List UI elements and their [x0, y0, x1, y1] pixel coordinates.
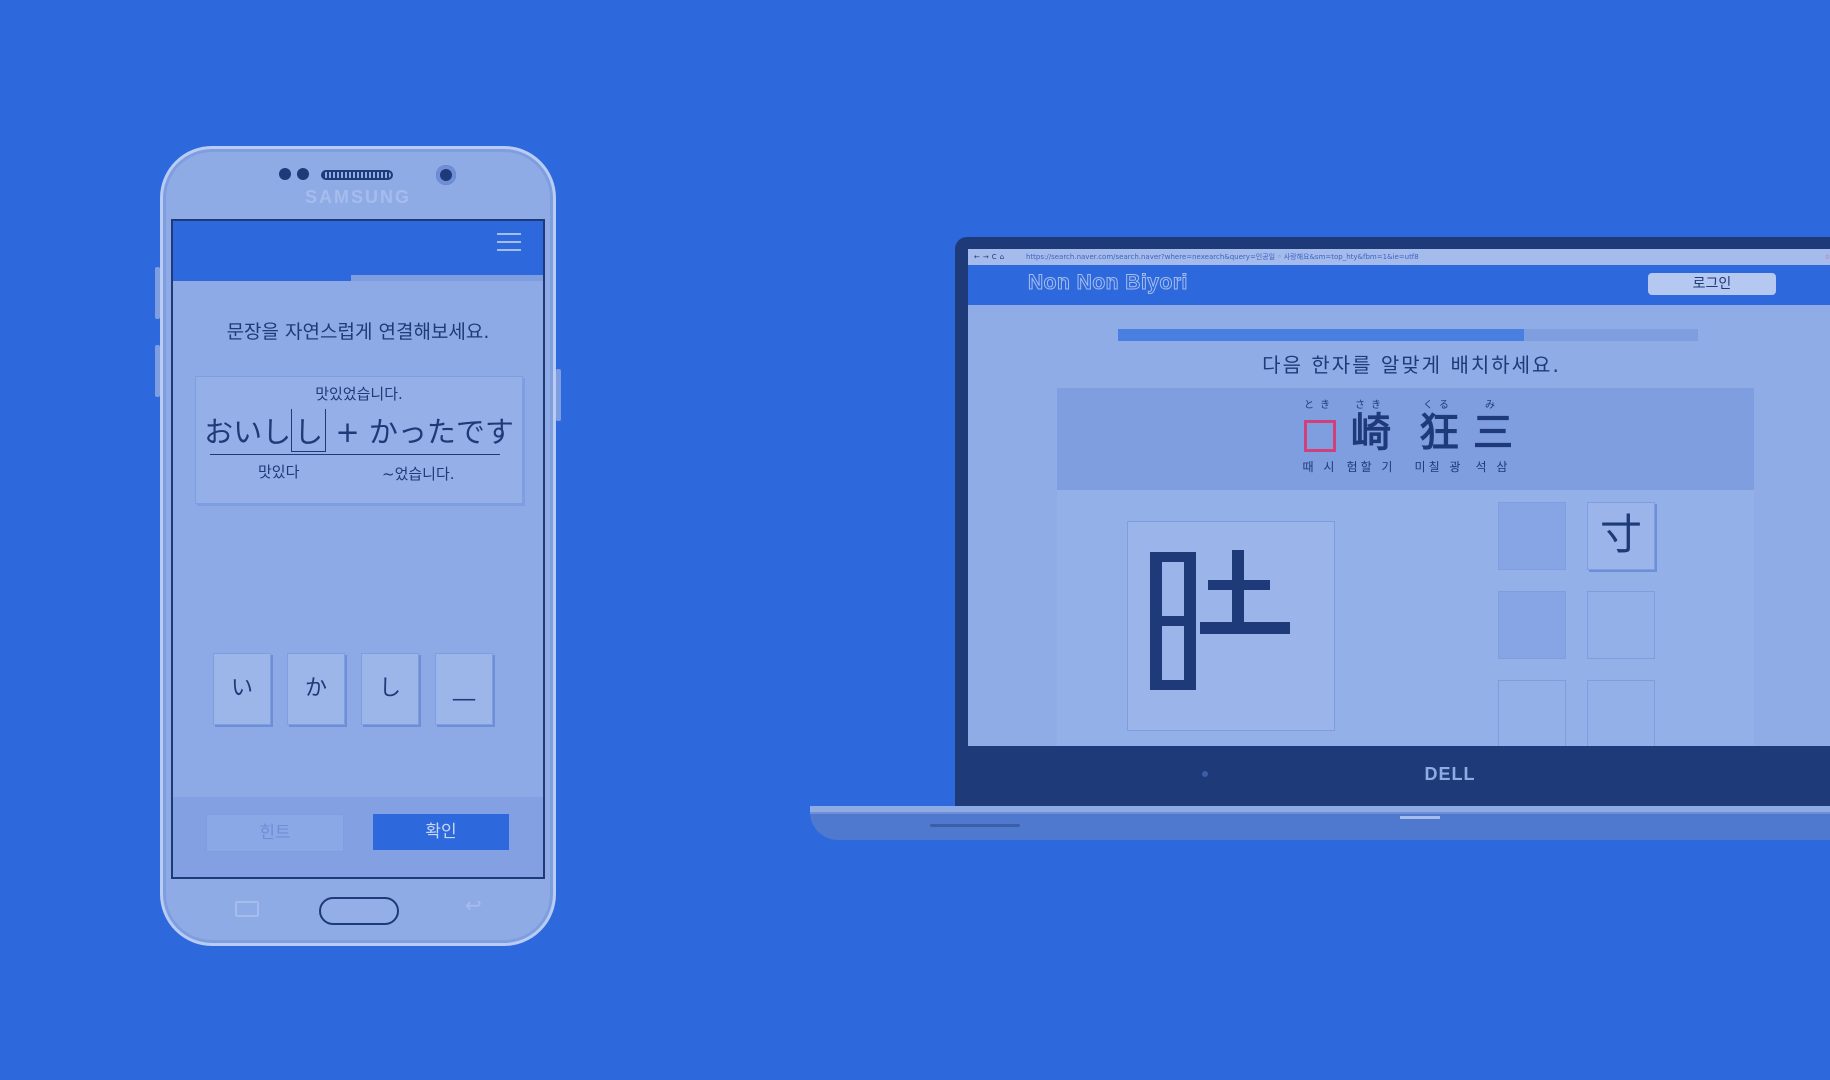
- sensor-icon-2: [297, 168, 309, 180]
- sentence-prefix: おいし: [204, 415, 292, 449]
- kanji-blank[interactable]: [1297, 410, 1343, 456]
- puzzle-piece[interactable]: [1498, 591, 1566, 659]
- furigana: くる: [1423, 400, 1455, 411]
- confirm-button[interactable]: 확인: [373, 814, 509, 850]
- japanese-sentence: おいしし + かったです: [196, 409, 522, 452]
- sensor-icon: [279, 168, 291, 180]
- assembly-board[interactable]: [1127, 521, 1335, 731]
- word-item: み 三 석 삼: [1467, 396, 1519, 475]
- address-bar[interactable]: https://search.naver.com/search.naver?wh…: [1026, 249, 1419, 265]
- word-item: さき 崎 험할 기: [1343, 396, 1399, 475]
- kanji-gloss: 험할 기: [1346, 460, 1396, 474]
- word-band: とき 때 시 さき 崎 험할 기 くる 狂 미칠 광 み 三 석 삼: [1057, 388, 1754, 490]
- progress-bar: [1118, 329, 1698, 341]
- power-button: [556, 369, 561, 421]
- phone-screen: 문장을 자연스럽게 연결해보세요. 맛있었습니다. おいしし + かったです 맛…: [171, 219, 545, 879]
- browser-toolbar: ←→C⌂ https://search.naver.com/search.nav…: [968, 249, 1830, 266]
- laptop-base: [810, 806, 1830, 840]
- volume-button-2: [155, 345, 160, 397]
- site-header: Non Non Biyori 로그인: [968, 265, 1830, 305]
- gloss-left: 맛있다: [258, 463, 300, 481]
- word-item: とき 때 시: [1297, 396, 1343, 475]
- instruction-text: 다음 한자를 알맞게 배치하세요.: [1262, 353, 1561, 377]
- answer-tile[interactable]: か: [287, 653, 345, 725]
- back-icon[interactable]: ↩: [465, 893, 482, 917]
- base-hinge: [1400, 816, 1440, 819]
- phone-device: SAMSUNG 문장을 자연스럽게 연결해보세요. 맛있었습니다. おいしし +…: [155, 146, 561, 946]
- furigana: み: [1485, 400, 1501, 411]
- partial-kanji-graphic: [1150, 550, 1290, 690]
- progress-bar: [173, 275, 543, 281]
- kanji-gloss: 석 삼: [1475, 460, 1511, 474]
- furigana: さき: [1355, 400, 1387, 411]
- hint-button[interactable]: 힌트: [206, 814, 344, 852]
- puzzle-piece[interactable]: [1587, 591, 1655, 659]
- laptop-brand: DELL: [1424, 764, 1476, 784]
- gloss-right: ~었습니다.: [382, 465, 455, 483]
- answer-tile[interactable]: い: [213, 653, 271, 725]
- front-camera-icon: [436, 165, 456, 185]
- puzzle-piece[interactable]: 寸: [1587, 502, 1655, 570]
- sentence-card: 맛있었습니다. おいしし + かったです 맛있다 ~었습니다.: [195, 376, 523, 504]
- kanji-gloss: 때 시: [1302, 460, 1338, 474]
- earpiece-speaker: [321, 170, 393, 180]
- home-button[interactable]: [319, 897, 399, 925]
- answer-slot[interactable]: し: [291, 409, 327, 452]
- blank-slot[interactable]: [1304, 420, 1336, 452]
- sentence-suffix: + かったです: [326, 415, 514, 449]
- instruction-text: 문장을 자연스럽게 연결해보세요.: [226, 321, 490, 343]
- kanji-char: 狂: [1419, 409, 1459, 456]
- puzzle-piece[interactable]: [1587, 680, 1655, 746]
- browser-tools-icons[interactable]: ☆ ◎ ≡: [1824, 249, 1830, 265]
- answer-tile[interactable]: し: [361, 653, 419, 725]
- base-notch: [930, 824, 1020, 827]
- recent-apps-icon[interactable]: [235, 901, 259, 917]
- divider: [210, 454, 500, 455]
- word-item: くる 狂 미칠 광: [1411, 396, 1467, 475]
- browser-nav-icons[interactable]: ←→C⌂: [974, 249, 1007, 265]
- volume-button: [155, 267, 160, 319]
- site-logo[interactable]: Non Non Biyori: [1028, 271, 1188, 295]
- app-header: [173, 221, 543, 275]
- puzzle-area: 寸: [1057, 490, 1754, 746]
- furigana: とき: [1304, 400, 1336, 411]
- action-bar: 힌트 확인: [173, 797, 543, 877]
- kanji-char: 崎: [1351, 409, 1391, 456]
- puzzle-piece[interactable]: [1498, 502, 1566, 570]
- laptop-device: ←→C⌂ https://search.naver.com/search.nav…: [955, 237, 1830, 809]
- laptop-screen: ←→C⌂ https://search.naver.com/search.nav…: [968, 249, 1830, 746]
- phone-brand: SAMSUNG: [304, 187, 411, 207]
- progress-fill: [1118, 329, 1524, 341]
- login-button[interactable]: 로그인: [1648, 273, 1776, 295]
- progress-fill: [173, 275, 351, 281]
- translation-text: 맛있었습니다.: [315, 385, 403, 403]
- kanji-gloss: 미칠 광: [1414, 460, 1464, 474]
- kanji-char: 三: [1473, 409, 1513, 456]
- hamburger-icon[interactable]: [497, 233, 521, 253]
- answer-tile[interactable]: __: [435, 653, 493, 725]
- puzzle-piece[interactable]: [1498, 680, 1566, 746]
